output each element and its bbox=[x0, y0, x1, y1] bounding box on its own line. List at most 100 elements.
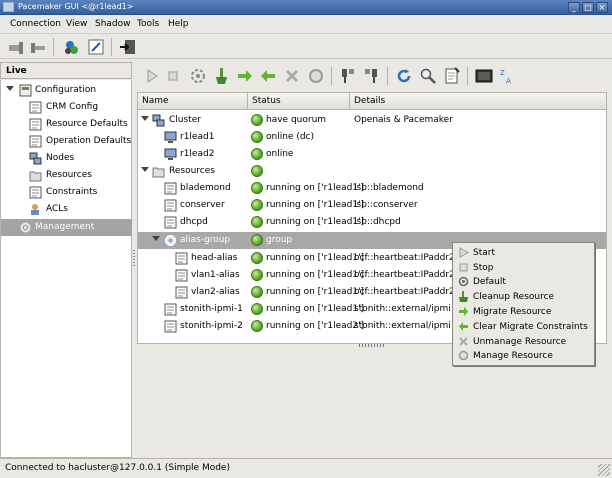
expander-icon[interactable] bbox=[141, 116, 149, 121]
resource-icon bbox=[164, 216, 177, 229]
move-down-icon[interactable] bbox=[362, 67, 380, 85]
column-header-name[interactable]: Name bbox=[138, 93, 248, 110]
cell-name: r1lead2 bbox=[180, 149, 215, 159]
cell-status: running on ['r1lead2'] bbox=[266, 321, 365, 331]
sort-icon[interactable]: ZA bbox=[498, 67, 516, 85]
menu-item-migrate-resource[interactable]: Migrate Resource bbox=[453, 305, 594, 319]
resource-icon bbox=[175, 269, 188, 282]
tree-item-operation-defaults[interactable]: Operation Defaults bbox=[1, 133, 132, 150]
node-icon bbox=[164, 131, 177, 144]
menu-tools[interactable]: Tools bbox=[137, 19, 159, 29]
table-row[interactable]: r1lead2 online bbox=[138, 146, 606, 163]
refresh-icon[interactable] bbox=[395, 67, 413, 85]
start-icon[interactable] bbox=[143, 67, 161, 85]
default-icon[interactable] bbox=[189, 67, 207, 85]
table-row[interactable]: Resources bbox=[138, 163, 606, 180]
toolbar-separator bbox=[387, 67, 388, 85]
resource-defaults-icon bbox=[29, 118, 42, 131]
resource-icon bbox=[175, 252, 188, 265]
crm-config-icon bbox=[29, 101, 42, 114]
table-row[interactable]: Cluster have quorum Openais & Pacemaker bbox=[138, 112, 606, 129]
cleanup-icon bbox=[458, 291, 469, 302]
left-pane: Live Configuration CRM Config Resource D… bbox=[0, 62, 132, 458]
cell-details: stonith::external/ipmi bbox=[354, 304, 451, 314]
unmanage-icon[interactable] bbox=[283, 67, 301, 85]
table-row[interactable]: blademond running on ['r1lead1'] lsb::bl… bbox=[138, 180, 606, 197]
tree-item-crm-config[interactable]: CRM Config bbox=[1, 99, 132, 116]
tree-item-label: Management bbox=[35, 222, 95, 232]
group-icon bbox=[164, 234, 177, 247]
cell-name: head-alias bbox=[191, 253, 238, 263]
tree-item-label: Resources bbox=[46, 170, 92, 180]
cell-details: ocf::heartbeat:IPaddr2 bbox=[354, 253, 455, 263]
cell-details: lsb::dhcpd bbox=[354, 217, 401, 227]
cell-status: online bbox=[266, 149, 294, 159]
menu-help[interactable]: Help bbox=[168, 19, 189, 29]
menu-item-start[interactable]: Start bbox=[453, 246, 594, 260]
login-icon[interactable] bbox=[7, 38, 25, 56]
menu-shadow[interactable]: Shadow bbox=[95, 19, 131, 29]
tree-item-resources[interactable]: Resources bbox=[1, 167, 132, 184]
stop-icon[interactable] bbox=[164, 67, 182, 85]
status-ok-icon bbox=[251, 182, 263, 194]
migrate-icon[interactable] bbox=[236, 67, 254, 85]
exit-icon[interactable] bbox=[119, 38, 137, 56]
manage-icon[interactable] bbox=[307, 67, 325, 85]
toolbar-separator bbox=[331, 67, 332, 85]
resize-grip[interactable] bbox=[598, 464, 610, 476]
tree-item-nodes[interactable]: Nodes bbox=[1, 150, 132, 167]
tree-item-acls[interactable]: ACLs bbox=[1, 201, 132, 218]
search-icon[interactable] bbox=[419, 67, 437, 85]
pane-resize-grip[interactable] bbox=[359, 344, 385, 347]
status-icon[interactable] bbox=[63, 38, 81, 56]
table-row[interactable]: r1lead1 online (dc) bbox=[138, 129, 606, 146]
resource-icon bbox=[164, 303, 177, 316]
cell-name: blademond bbox=[180, 183, 231, 193]
maximize-button[interactable]: □ bbox=[582, 2, 594, 13]
cell-details: lsb::blademond bbox=[354, 183, 424, 193]
menu-item-cleanup-resource[interactable]: Cleanup Resource bbox=[453, 290, 594, 304]
tree-item-management[interactable]: Management bbox=[1, 219, 132, 236]
column-header-status[interactable]: Status bbox=[248, 93, 350, 110]
minimize-button[interactable]: _ bbox=[568, 2, 580, 13]
edit-xml-icon[interactable] bbox=[87, 38, 105, 56]
expander-icon[interactable] bbox=[6, 86, 14, 91]
menu-item-clear-migrate-constraints[interactable]: Clear Migrate Constraints bbox=[453, 320, 594, 334]
context-menu: Start Stop Default Cleanup Resource Migr… bbox=[452, 242, 595, 366]
resource-icon bbox=[164, 199, 177, 212]
terminal-icon[interactable] bbox=[475, 67, 493, 85]
svg-text:Z: Z bbox=[500, 69, 505, 77]
edit-xml-icon[interactable] bbox=[443, 67, 461, 85]
table-row[interactable]: conserver running on ['r1lead1'] lsb::co… bbox=[138, 197, 606, 214]
column-header-details[interactable]: Details bbox=[350, 93, 606, 110]
status-ok-icon bbox=[251, 216, 263, 228]
cell-name: Cluster bbox=[169, 115, 201, 125]
tree-item-resource-defaults[interactable]: Resource Defaults bbox=[1, 116, 132, 133]
cell-details: ocf::heartbeat:IPaddr2 bbox=[354, 287, 455, 297]
tree-item-constraints[interactable]: Constraints bbox=[1, 184, 132, 201]
close-button[interactable]: × bbox=[596, 2, 608, 13]
cell-name: vlan1-alias bbox=[191, 270, 240, 280]
menu-view[interactable]: View bbox=[66, 19, 87, 29]
cell-status: running on ['r1lead1'] bbox=[266, 183, 365, 193]
cell-details: lsb::conserver bbox=[354, 200, 418, 210]
menu-item-unmanage-resource[interactable]: Unmanage Resource bbox=[453, 335, 594, 349]
resource-icon bbox=[164, 320, 177, 333]
expander-icon[interactable] bbox=[152, 236, 160, 241]
cleanup-icon[interactable] bbox=[213, 67, 231, 85]
move-up-icon[interactable] bbox=[339, 67, 357, 85]
tree-item-configuration[interactable]: Configuration bbox=[1, 82, 132, 99]
menu-item-stop[interactable]: Stop bbox=[453, 261, 594, 275]
status-ok-icon bbox=[251, 148, 263, 160]
menu-item-default[interactable]: Default bbox=[453, 275, 594, 289]
table-row[interactable]: dhcpd running on ['r1lead1'] lsb::dhcpd bbox=[138, 214, 606, 231]
folder-icon bbox=[152, 165, 165, 178]
expander-icon[interactable] bbox=[141, 167, 149, 172]
menu-item-manage-resource[interactable]: Manage Resource bbox=[453, 349, 594, 363]
logout-icon[interactable] bbox=[29, 38, 47, 56]
menu-connection[interactable]: Connection bbox=[10, 19, 61, 29]
management-icon bbox=[19, 221, 32, 234]
clear-migrate-icon[interactable] bbox=[259, 67, 277, 85]
toolbar-separator bbox=[111, 38, 112, 56]
cell-name: conserver bbox=[180, 200, 225, 210]
